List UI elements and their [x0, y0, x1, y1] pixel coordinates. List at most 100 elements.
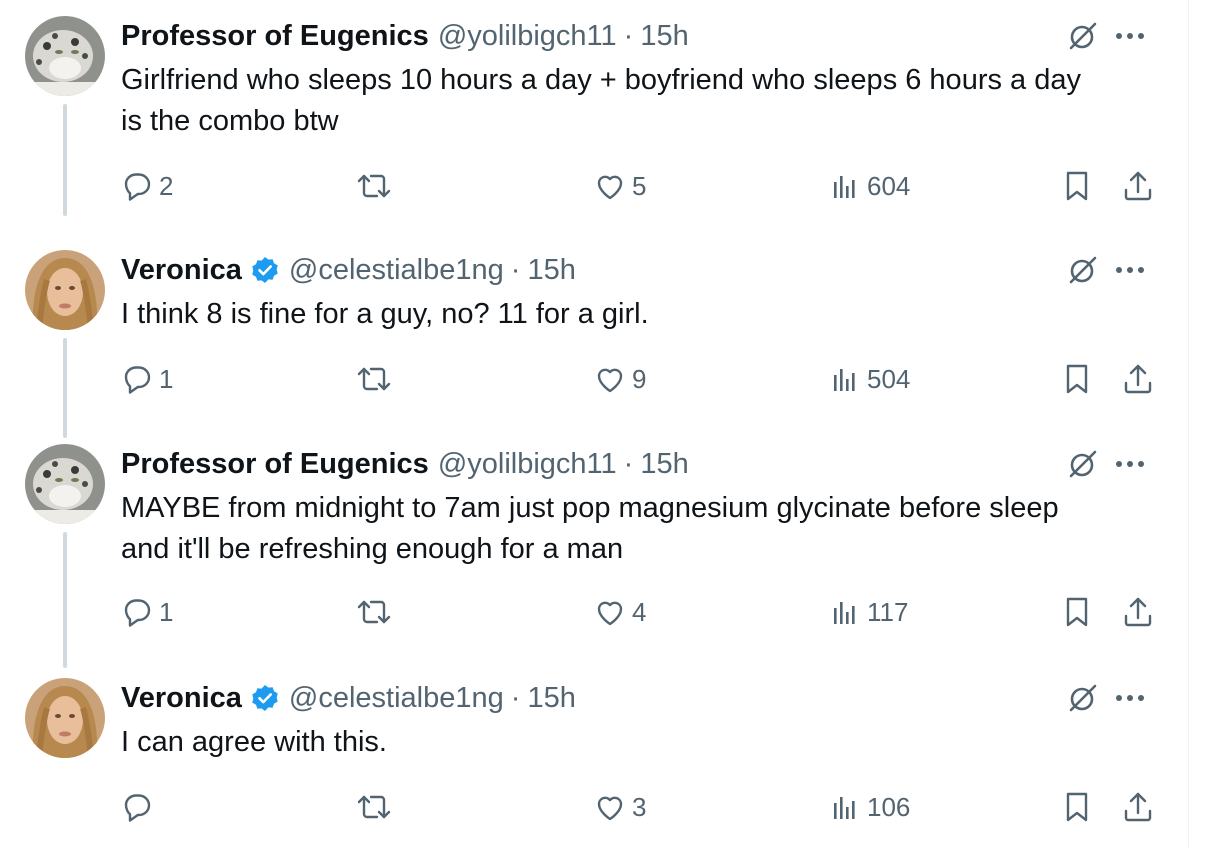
more-icon[interactable]: [1110, 444, 1150, 484]
grok-icon[interactable]: [1062, 678, 1102, 718]
views-icon: [834, 602, 855, 624]
more-icon[interactable]: [1110, 16, 1150, 56]
avatar[interactable]: [25, 16, 105, 96]
author-handle[interactable]: @yolilbigch11: [438, 20, 617, 53]
reply-count: 1: [159, 363, 174, 394]
separator-dot: ·: [623, 19, 634, 52]
author-name[interactable]: Veronica: [121, 682, 242, 715]
views-count: 117: [867, 596, 909, 627]
share-button[interactable]: [1120, 166, 1156, 206]
retweet-button[interactable]: [355, 787, 397, 827]
like-button[interactable]: 9: [592, 359, 646, 399]
retweet-icon: [357, 600, 391, 624]
retweet-icon: [357, 367, 391, 391]
tweet-top-actions: [1062, 250, 1150, 290]
tweet-top-actions: [1062, 16, 1150, 56]
thread-line: [63, 338, 67, 438]
reply-count: 2: [159, 170, 174, 201]
more-icon[interactable]: [1110, 678, 1150, 718]
author-handle[interactable]: @yolilbigch11: [438, 448, 617, 481]
views-button[interactable]: 604: [827, 166, 910, 206]
tweet-2[interactable]: Veronica @celestialbe1ng · 15h I think 8…: [0, 250, 1188, 440]
like-button[interactable]: 3: [592, 787, 646, 827]
share-button[interactable]: [1120, 592, 1156, 632]
timestamp[interactable]: 15h: [640, 20, 688, 53]
reply-button[interactable]: 1: [119, 359, 173, 399]
action-bar: 1 4 117: [115, 592, 1165, 632]
reply-icon: [124, 366, 151, 394]
tweet-1[interactable]: Professor of Eugenics @yolilbigch11 · 15…: [0, 16, 1188, 216]
retweet-button[interactable]: [355, 166, 397, 206]
tweet-3[interactable]: Professor of Eugenics @yolilbigch11 · 15…: [0, 444, 1188, 670]
reply-icon: [124, 599, 151, 627]
share-button[interactable]: [1120, 787, 1156, 827]
views-count: 504: [867, 363, 911, 394]
author-handle[interactable]: @celestialbe1ng: [289, 682, 504, 715]
woman-avatar-image: [25, 250, 105, 330]
tweet-text-line: MAYBE from midnight to 7am just pop magn…: [121, 492, 1059, 524]
avatar[interactable]: [25, 250, 105, 330]
reply-button[interactable]: [119, 787, 159, 827]
tweet-top-actions: [1062, 444, 1150, 484]
reply-button[interactable]: 1: [119, 592, 173, 632]
tweet-text-line: is the combo btw: [121, 105, 339, 137]
reply-thread: Professor of Eugenics @yolilbigch11 · 15…: [0, 0, 1188, 847]
like-button[interactable]: 5: [592, 166, 646, 206]
heart-icon: [597, 796, 623, 821]
timestamp[interactable]: 15h: [527, 254, 575, 287]
bookmark-button[interactable]: [1059, 592, 1095, 632]
views-button[interactable]: 117: [827, 592, 908, 632]
views-button[interactable]: 504: [827, 359, 910, 399]
tweet-text: MAYBE from midnight to 7am just pop magn…: [121, 488, 1151, 570]
heart-icon: [597, 175, 623, 200]
separator-dot: ·: [623, 447, 634, 480]
author-name[interactable]: Professor of Eugenics: [121, 20, 429, 53]
tweet-text: I can agree with this.: [121, 722, 1151, 763]
reply-icon: [124, 794, 151, 822]
bookmark-button[interactable]: [1059, 359, 1095, 399]
share-icon: [1124, 792, 1152, 822]
reply-button[interactable]: 2: [119, 166, 173, 206]
avatar[interactable]: [25, 444, 105, 524]
bookmark-button[interactable]: [1059, 787, 1095, 827]
author-name[interactable]: Veronica: [121, 254, 242, 287]
share-icon: [1124, 364, 1152, 394]
views-icon: [834, 176, 855, 198]
retweet-icon: [357, 174, 391, 198]
share-button[interactable]: [1120, 359, 1156, 399]
grok-icon[interactable]: [1062, 16, 1102, 56]
like-button[interactable]: 4: [592, 592, 646, 632]
like-count: 3: [632, 791, 647, 822]
timestamp[interactable]: 15h: [640, 448, 688, 481]
snow-leopard-avatar-image: [25, 16, 105, 96]
share-icon: [1124, 597, 1152, 627]
bookmark-icon: [1066, 597, 1088, 627]
author-handle[interactable]: @celestialbe1ng: [289, 254, 504, 287]
retweet-icon: [357, 795, 391, 819]
views-count: 604: [867, 170, 911, 201]
grok-icon[interactable]: [1062, 250, 1102, 290]
tweet-header: Veronica @celestialbe1ng · 15h: [121, 250, 576, 290]
verified-badge-icon[interactable]: [250, 255, 280, 285]
tweet-header: Professor of Eugenics @yolilbigch11 · 15…: [121, 444, 689, 484]
more-icon[interactable]: [1110, 250, 1150, 290]
like-count: 5: [632, 170, 647, 201]
tweet-text-line: I think 8 is fine for a guy, no? 11 for …: [121, 298, 649, 330]
grok-icon[interactable]: [1062, 444, 1102, 484]
tweet-text: I think 8 is fine for a guy, no? 11 for …: [121, 294, 1151, 335]
author-name[interactable]: Professor of Eugenics: [121, 448, 429, 481]
verified-badge-icon[interactable]: [250, 683, 280, 713]
bookmark-icon: [1066, 792, 1088, 822]
timestamp[interactable]: 15h: [527, 682, 575, 715]
views-button[interactable]: 106: [827, 787, 910, 827]
bookmark-button[interactable]: [1059, 166, 1095, 206]
tweet-text: Girlfriend who sleeps 10 hours a day + b…: [121, 60, 1151, 142]
views-count: 106: [867, 791, 911, 822]
heart-icon: [597, 601, 623, 626]
retweet-button[interactable]: [355, 592, 397, 632]
column-border: [1188, 0, 1189, 847]
retweet-button[interactable]: [355, 359, 397, 399]
separator-dot: ·: [510, 681, 521, 714]
tweet-4[interactable]: Veronica @celestialbe1ng · 15h I can agr…: [0, 678, 1188, 847]
avatar[interactable]: [25, 678, 105, 758]
